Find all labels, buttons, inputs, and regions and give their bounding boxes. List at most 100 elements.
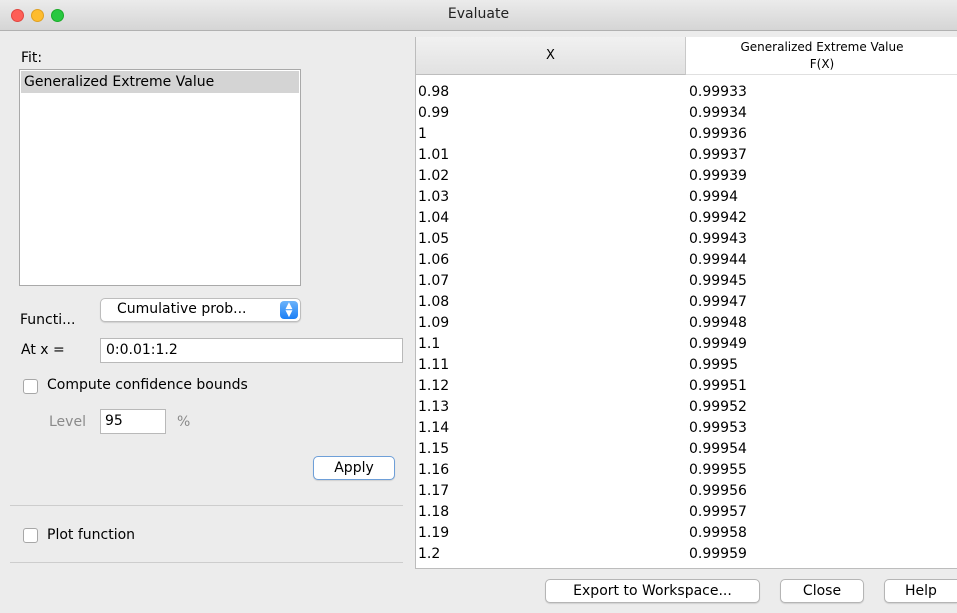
cell-fx: 0.99942 bbox=[689, 210, 747, 226]
confidence-bounds-label: Compute confidence bounds bbox=[47, 377, 248, 393]
cell-x: 1.03 bbox=[418, 189, 450, 205]
plot-function-checkbox[interactable] bbox=[23, 528, 38, 543]
cell-x: 1 bbox=[418, 126, 427, 142]
cell-x: 1.1 bbox=[418, 336, 441, 352]
divider bbox=[10, 505, 403, 506]
cell-fx: 0.99957 bbox=[689, 504, 747, 520]
divider bbox=[10, 562, 403, 563]
table-row[interactable]: 1.2 0.99959 bbox=[416, 544, 957, 565]
cell-x: 0.97 bbox=[418, 75, 449, 82]
table-row[interactable]: 1.02 0.99939 bbox=[416, 166, 957, 187]
cell-x: 1.02 bbox=[418, 168, 450, 184]
table-row[interactable]: 1.13 0.99952 bbox=[416, 397, 957, 418]
cell-fx: 0.99947 bbox=[689, 294, 747, 310]
cell-fx: 0.99953 bbox=[689, 420, 747, 436]
table-row[interactable]: 1.17 0.99956 bbox=[416, 481, 957, 502]
results-table[interactable]: X Generalized Extreme Value F(X) 0.970.9… bbox=[415, 37, 957, 569]
cell-x: 1.06 bbox=[418, 252, 450, 268]
table-row[interactable]: 1.1 0.99949 bbox=[416, 334, 957, 355]
cell-x: 0.99 bbox=[418, 105, 450, 121]
cell-x: 1.08 bbox=[418, 294, 450, 310]
at-x-input[interactable]: 0:0.01:1.2 bbox=[100, 338, 403, 363]
cell-fx: 0.99952 bbox=[689, 399, 747, 415]
cell-x: 1.13 bbox=[418, 399, 450, 415]
title-bar: Evaluate bbox=[0, 0, 957, 31]
function-select[interactable]: Cumulative prob... ▲ ▼ bbox=[100, 298, 301, 322]
table-row[interactable]: 1.14 0.99953 bbox=[416, 418, 957, 439]
cell-x: 1.18 bbox=[418, 504, 450, 520]
help-button[interactable]: Help bbox=[884, 579, 957, 603]
table-row[interactable]: 1.06 0.99944 bbox=[416, 250, 957, 271]
cell-x: 1.04 bbox=[418, 210, 450, 226]
function-select-value: Cumulative prob... bbox=[117, 301, 247, 317]
table-row[interactable]: 0.97 0.99931 bbox=[416, 75, 957, 82]
table-row[interactable]: 1.11 0.9995 bbox=[416, 355, 957, 376]
column-header-fx-subtitle: F(X) bbox=[809, 57, 835, 71]
window-title: Evaluate bbox=[447, 6, 510, 22]
at-x-label: At x = bbox=[21, 342, 65, 358]
cell-fx: 0.99936 bbox=[689, 126, 747, 142]
cell-fx: 0.99959 bbox=[689, 546, 747, 562]
function-label: Functi... bbox=[20, 312, 76, 328]
cell-x: 1.01 bbox=[418, 147, 450, 163]
cell-x: 1.19 bbox=[418, 525, 450, 541]
cell-x: 0.98 bbox=[418, 84, 450, 100]
cell-x: 1.05 bbox=[418, 231, 450, 247]
cell-fx: 0.9995 bbox=[689, 357, 738, 373]
table-row[interactable]: 1.04 0.99942 bbox=[416, 208, 957, 229]
table-row[interactable]: 1.15 0.99954 bbox=[416, 439, 957, 460]
cell-fx: 0.99958 bbox=[689, 525, 747, 541]
cell-x: 1.15 bbox=[418, 441, 450, 457]
cell-x: 1.09 bbox=[418, 315, 450, 331]
table-row[interactable]: 1.08 0.99947 bbox=[416, 292, 957, 313]
table-row[interactable]: 1.19 0.99958 bbox=[416, 523, 957, 544]
cell-x: 1.14 bbox=[418, 420, 450, 436]
table-row[interactable]: 1.09 0.99948 bbox=[416, 313, 957, 334]
cell-fx: 0.99934 bbox=[689, 105, 747, 121]
fit-label: Fit: bbox=[21, 50, 43, 66]
table-row[interactable]: 0.98 0.99933 bbox=[416, 82, 957, 103]
fit-list-item[interactable]: Generalized Extreme Value bbox=[21, 71, 299, 93]
cell-fx: 0.99933 bbox=[689, 84, 747, 100]
table-row[interactable]: 1.12 0.99951 bbox=[416, 376, 957, 397]
table-row[interactable]: 1.18 0.99957 bbox=[416, 502, 957, 523]
fit-list[interactable]: Generalized Extreme Value bbox=[19, 69, 301, 286]
level-label: Level bbox=[49, 414, 86, 430]
column-header-fx-title: Generalized Extreme Value bbox=[740, 40, 904, 54]
cell-fx: 0.99943 bbox=[689, 231, 747, 247]
plot-function-label: Plot function bbox=[47, 527, 136, 543]
table-row[interactable]: 0.99 0.99934 bbox=[416, 103, 957, 124]
table-row[interactable]: 1 0.99936 bbox=[416, 124, 957, 145]
cell-x: 1.11 bbox=[418, 357, 450, 373]
cell-x: 1.12 bbox=[418, 378, 450, 394]
cell-x: 1.16 bbox=[418, 462, 450, 478]
cell-fx: 0.99939 bbox=[689, 168, 747, 184]
confidence-bounds-checkbox[interactable] bbox=[23, 379, 38, 394]
cell-x: 1.17 bbox=[418, 483, 450, 499]
table-body[interactable]: 0.97 0.99931 0.98 0.99933 0.99 0.99934 1 0.9993… bbox=[416, 75, 957, 568]
cell-fx: 0.99945 bbox=[689, 273, 747, 289]
export-to-workspace-button[interactable]: Export to Workspace... bbox=[545, 579, 760, 603]
cell-fx: 0.99937 bbox=[689, 147, 747, 163]
cell-x: 1.2 bbox=[418, 546, 441, 562]
cell-fx: 0.99955 bbox=[689, 462, 747, 478]
cell-fx: 0.99954 bbox=[689, 441, 747, 457]
table-row[interactable]: 1.01 0.99937 bbox=[416, 145, 957, 166]
table-row[interactable]: 1.03 0.9994 bbox=[416, 187, 957, 208]
table-row[interactable]: 1.07 0.99945 bbox=[416, 271, 957, 292]
column-header-fx[interactable]: Generalized Extreme Value F(X) bbox=[686, 37, 957, 75]
cell-fx: 0.9994 bbox=[689, 189, 738, 205]
updown-arrows-icon: ▲ ▼ bbox=[280, 301, 298, 319]
table-row[interactable]: 1.16 0.99955 bbox=[416, 460, 957, 481]
column-header-x[interactable]: X bbox=[416, 37, 686, 75]
close-button[interactable]: Close bbox=[780, 579, 864, 603]
cell-fx: 0.99948 bbox=[689, 315, 747, 331]
cell-x: 1.07 bbox=[418, 273, 450, 289]
cell-fx: 0.99931 bbox=[689, 75, 747, 82]
percent-label: % bbox=[177, 414, 191, 430]
cell-fx: 0.99951 bbox=[689, 378, 747, 394]
apply-button[interactable]: Apply bbox=[313, 456, 395, 480]
cell-fx: 0.99949 bbox=[689, 336, 747, 352]
level-input[interactable]: 95 bbox=[100, 409, 166, 434]
table-row[interactable]: 1.05 0.99943 bbox=[416, 229, 957, 250]
